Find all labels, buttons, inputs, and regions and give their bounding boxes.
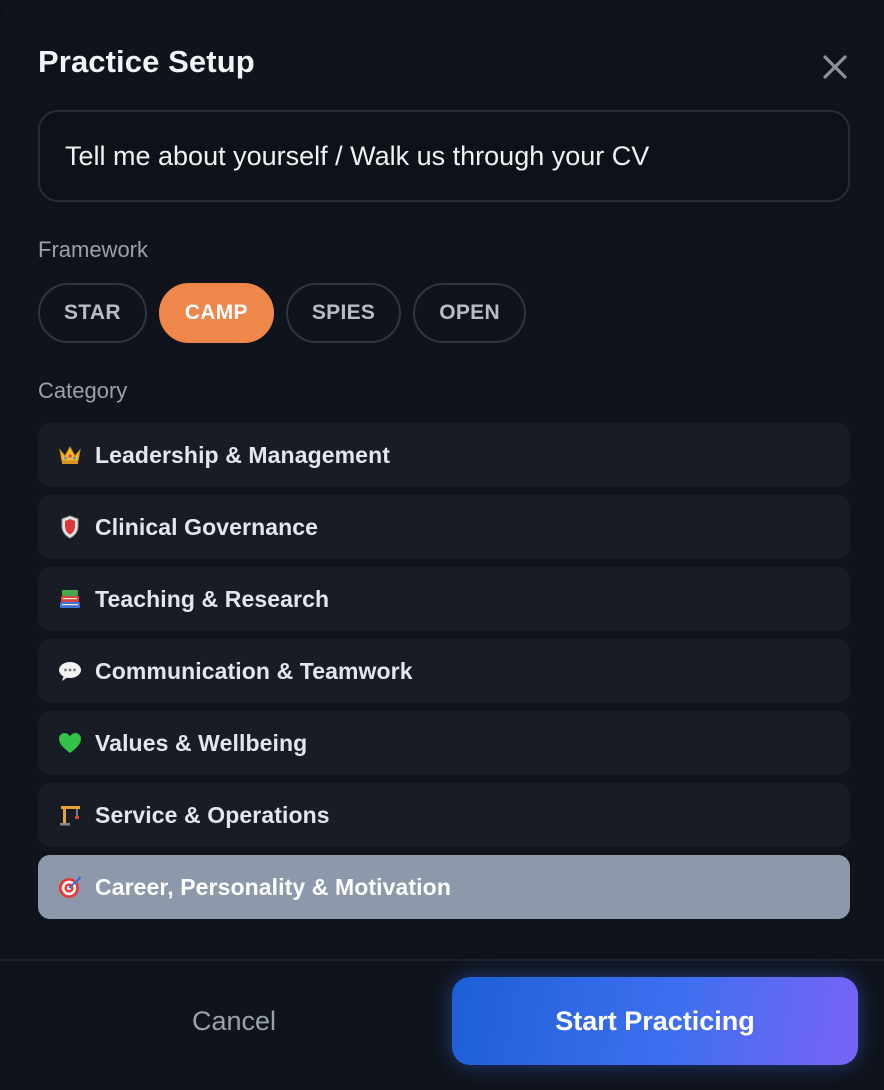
category-item-leadership[interactable]: Leadership & Management <box>38 423 850 487</box>
practice-setup-modal: Practice Setup Tell me about yourself / … <box>0 0 884 1090</box>
framework-options: STAR CAMP SPIES OPEN <box>38 283 526 343</box>
category-item-career-personality-motivation[interactable]: Career, Personality & Motivation <box>38 855 850 919</box>
framework-label: Framework <box>38 237 149 262</box>
start-practicing-button[interactable]: Start Practicing <box>452 977 858 1065</box>
framework-pill-camp[interactable]: CAMP <box>158 283 274 343</box>
category-item-values-wellbeing[interactable]: Values & Wellbeing <box>38 711 850 775</box>
framework-pill-open[interactable]: OPEN <box>413 283 526 343</box>
construction-crane-icon <box>57 802 83 828</box>
category-item-label: Teaching & Research <box>95 585 330 612</box>
framework-pill-star[interactable]: STAR <box>38 283 147 343</box>
category-item-label: Clinical Governance <box>95 513 319 540</box>
category-item-label: Career, Personality & Motivation <box>95 873 451 900</box>
question-field[interactable]: Tell me about yourself / Walk us through… <box>38 110 850 202</box>
category-item-teaching-research[interactable]: Teaching & Research <box>38 567 850 631</box>
category-item-label: Values & Wellbeing <box>95 729 308 756</box>
category-item-label: Leadership & Management <box>95 441 390 468</box>
close-button[interactable] <box>816 48 854 86</box>
category-item-label: Communication & Teamwork <box>95 657 413 684</box>
shield-icon <box>57 514 83 540</box>
books-icon <box>57 586 83 612</box>
category-item-clinical-governance[interactable]: Clinical Governance <box>38 495 850 559</box>
crown-icon <box>57 442 83 468</box>
category-item-communication-teamwork[interactable]: Communication & Teamwork <box>38 639 850 703</box>
speech-bubble-icon <box>57 658 83 684</box>
question-text: Tell me about yourself / Walk us through… <box>65 140 650 171</box>
footer-divider <box>0 959 884 961</box>
close-icon <box>823 55 847 79</box>
green-heart-icon <box>57 730 83 756</box>
target-icon <box>57 874 83 900</box>
category-label: Category <box>38 378 128 403</box>
category-item-service-operations[interactable]: Service & Operations <box>38 783 850 847</box>
category-item-label: Service & Operations <box>95 801 330 828</box>
framework-pill-spies[interactable]: SPIES <box>285 283 402 343</box>
cancel-button[interactable]: Cancel <box>38 978 430 1064</box>
category-list: Leadership & Management Clinical Governa… <box>38 423 850 927</box>
modal-title: Practice Setup <box>38 44 255 79</box>
